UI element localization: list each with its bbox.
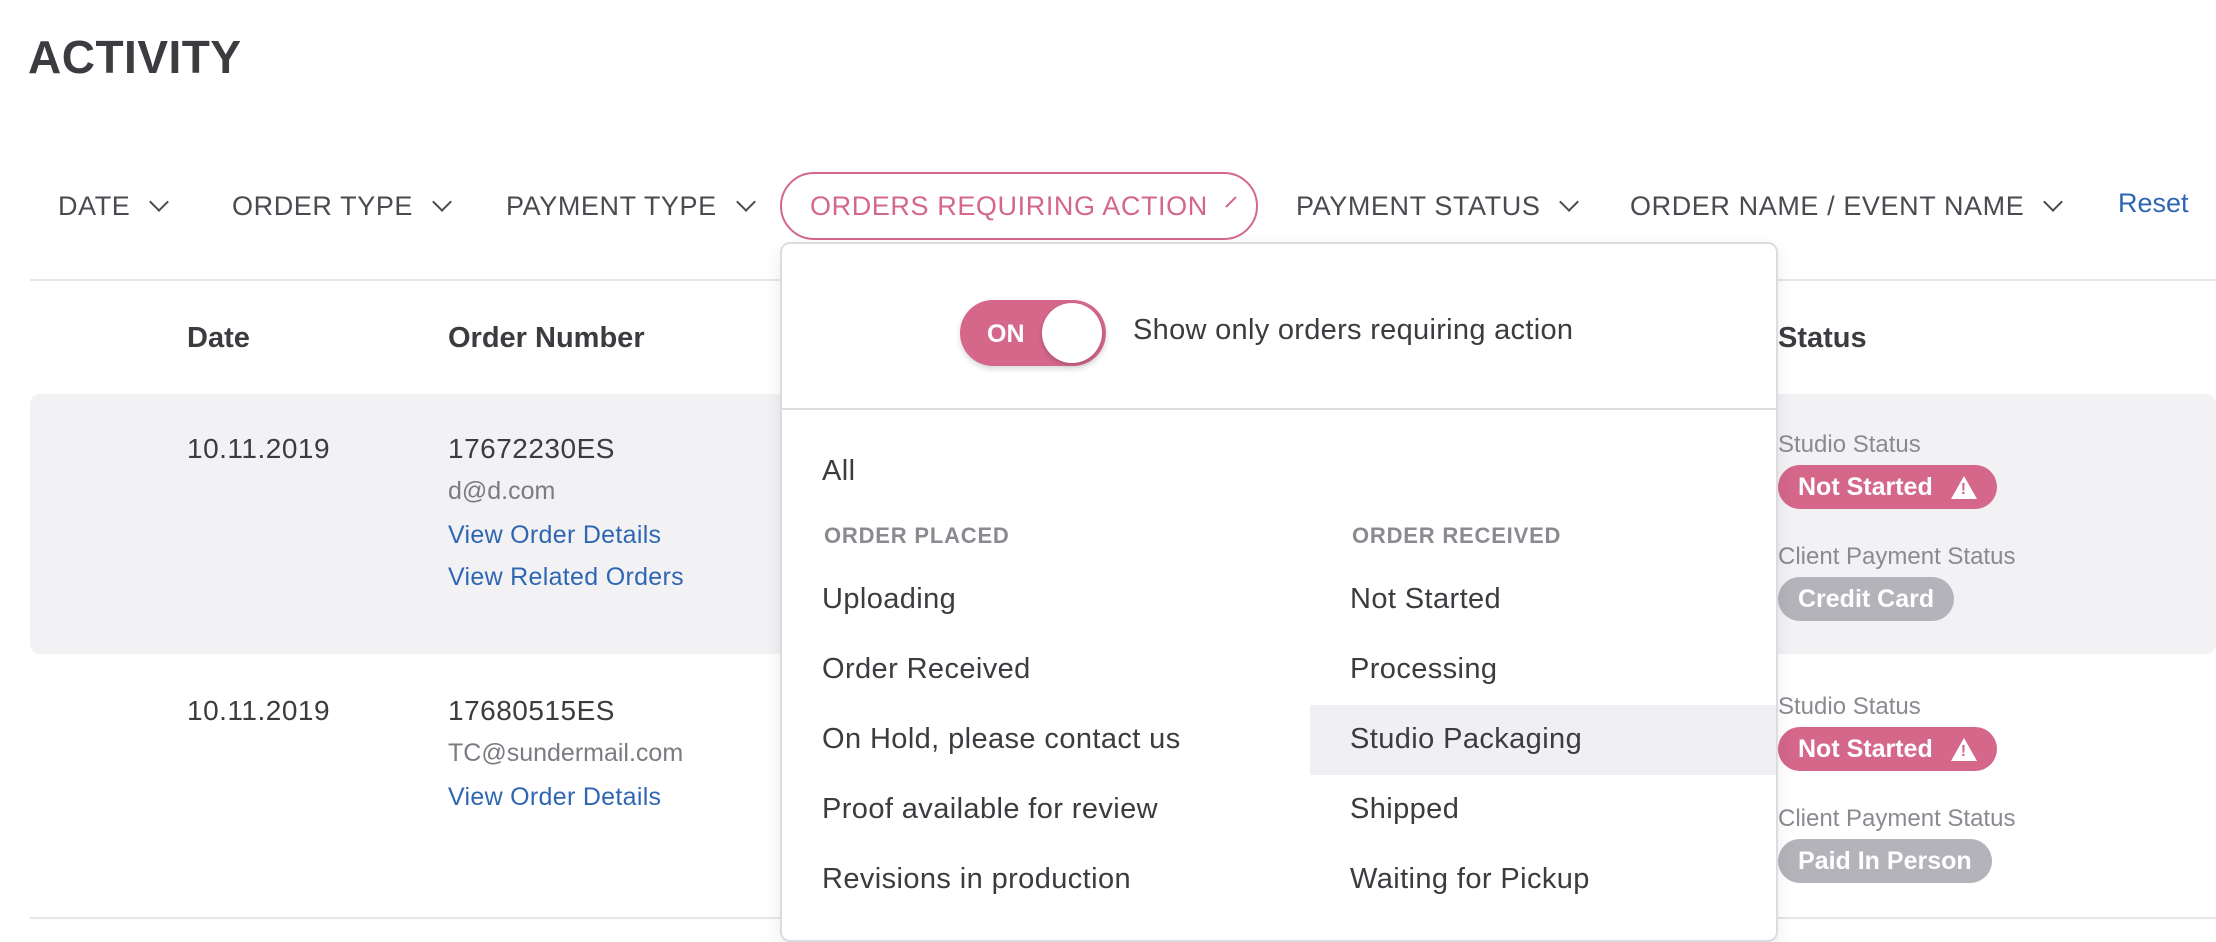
filter-order-type-label: ORDER TYPE [232, 190, 414, 221]
row-email: d@d.com [448, 477, 556, 505]
option-on-hold[interactable]: On Hold, please contact us [822, 723, 1181, 756]
filter-payment-status-label: PAYMENT STATUS [1296, 190, 1541, 221]
client-payment-badge: Paid In Person [1778, 839, 1992, 883]
option-uploading[interactable]: Uploading [822, 583, 956, 616]
chevron-down-icon [735, 192, 756, 212]
filter-payment-type[interactable]: PAYMENT TYPE [506, 172, 756, 240]
filter-order-type[interactable]: ORDER TYPE [232, 172, 452, 240]
row-email: TC@sundermail.com [448, 739, 684, 767]
chevron-down-icon [432, 192, 452, 212]
studio-status-text: Not Started [1798, 472, 1933, 501]
warning-icon [1950, 737, 1977, 761]
filter-date-label: DATE [58, 190, 131, 221]
filter-date[interactable]: DATE [58, 172, 170, 240]
option-processing[interactable]: Processing [1350, 653, 1497, 686]
option-shipped[interactable]: Shipped [1350, 793, 1459, 826]
group-header-order-placed: ORDER PLACED [824, 523, 1010, 548]
filter-orders-requiring-action-label: ORDERS REQUIRING ACTION [810, 190, 1208, 221]
view-order-details-link[interactable]: View Order Details [448, 783, 661, 812]
toggle-state-label: ON [987, 320, 1025, 348]
column-header-status[interactable]: Status [1778, 322, 1867, 355]
divider [782, 408, 1776, 410]
option-waiting-for-pickup[interactable]: Waiting for Pickup [1350, 863, 1590, 896]
column-header-date[interactable]: Date [187, 322, 250, 355]
studio-status-text: Not Started [1798, 734, 1933, 763]
filter-payment-status[interactable]: PAYMENT STATUS [1296, 172, 1580, 240]
row-order-number: 17680515ES [448, 695, 615, 726]
option-not-started[interactable]: Not Started [1350, 583, 1501, 616]
client-payment-status-label: Client Payment Status [1778, 543, 2016, 570]
chevron-down-icon [1559, 192, 1580, 212]
option-proof-available[interactable]: Proof available for review [822, 793, 1158, 826]
row-order-number: 17672230ES [448, 433, 615, 464]
filter-order-name[interactable]: ORDER NAME / EVENT NAME [1630, 172, 2064, 240]
chevron-down-icon [1225, 196, 1237, 208]
warning-icon [1950, 475, 1977, 499]
chevron-down-icon [2043, 192, 2064, 212]
studio-status-label: Studio Status [1778, 431, 1921, 458]
row-date: 10.11.2019 [187, 695, 331, 726]
filter-payment-type-label: PAYMENT TYPE [506, 190, 717, 221]
filter-orders-requiring-action[interactable]: ORDERS REQUIRING ACTION [780, 172, 1258, 240]
option-all[interactable]: All [822, 455, 855, 488]
view-related-orders-link[interactable]: View Related Orders [448, 563, 684, 592]
client-payment-status-label: Client Payment Status [1778, 805, 2016, 832]
option-studio-packaging[interactable]: Studio Packaging [1350, 723, 1582, 756]
view-order-details-link[interactable]: View Order Details [448, 521, 661, 550]
toggle-description: Show only orders requiring action [1133, 314, 1574, 346]
group-header-order-received: ORDER RECEIVED [1352, 523, 1562, 548]
page-title: ACTIVITY [28, 31, 242, 83]
filter-order-name-label: ORDER NAME / EVENT NAME [1630, 190, 2025, 221]
studio-status-badge: Not Started [1778, 465, 1997, 509]
reset-link[interactable]: Reset [2118, 188, 2189, 219]
studio-status-badge: Not Started [1778, 727, 1997, 771]
column-header-order-number[interactable]: Order Number [448, 322, 645, 355]
row-date: 10.11.2019 [187, 433, 331, 464]
option-order-received[interactable]: Order Received [822, 653, 1031, 686]
studio-status-label: Studio Status [1778, 693, 1921, 720]
chevron-down-icon [149, 192, 170, 212]
client-payment-badge: Credit Card [1778, 577, 1955, 621]
toggle-knob[interactable] [1042, 303, 1102, 363]
option-revisions-in-production[interactable]: Revisions in production [822, 863, 1131, 896]
